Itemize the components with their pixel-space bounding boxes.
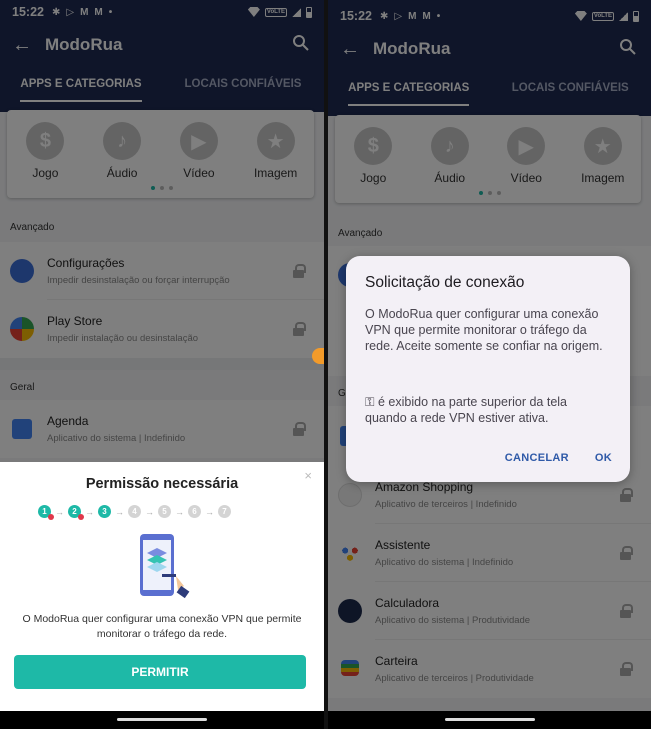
step-indicator: 1 → 2 → 3 → 4 → 5 → 6 → 7 (38, 505, 231, 520)
step-6: 6 (188, 505, 201, 518)
floating-badge[interactable] (312, 348, 324, 364)
cancel-button[interactable]: CANCELAR (505, 452, 569, 464)
left-screen: 15:22 ✱ ▷ M M • VoLTE ← ModoRua APPS E C… (0, 0, 324, 729)
sheet-title: Permissão necessária (85, 476, 239, 492)
home-gesture-pill[interactable] (444, 718, 535, 721)
nav-bar (0, 711, 324, 729)
dialog-vpn-note-text: é exibido na parte superior da tela quan… (365, 395, 568, 425)
dialog-message: O ModoRua quer configurar uma conexão VP… (365, 307, 603, 353)
step-1: 1 (38, 505, 54, 520)
step-5: 5 (158, 505, 171, 518)
nav-bar (328, 711, 651, 729)
step-3: 3 (98, 505, 111, 518)
ok-button[interactable]: OK (595, 452, 612, 464)
dialog-vpn-note: ⚿ é exibido na parte superior da tela qu… (365, 394, 612, 426)
key-icon: ⚿ (365, 395, 375, 409)
permission-bottom-sheet: × Permissão necessária 1 → 2 → 3 → 4 → 5 → 6 →… (0, 462, 324, 729)
step-2: 2 (68, 505, 84, 520)
step-4: 4 (128, 505, 141, 518)
right-screen: 15:22 ✱ ▷ M M • VoLTE ← ModoRua APPS E C… (328, 0, 651, 729)
permit-button[interactable]: PERMITIR (14, 655, 306, 689)
dialog-title: Solicitação de conexão (365, 274, 525, 291)
phone-vpn-illustration-icon (140, 534, 190, 599)
home-gesture-pill[interactable] (117, 718, 207, 721)
sheet-message: O ModoRua quer configurar uma conexão VP… (22, 613, 302, 640)
step-7: 7 (218, 505, 231, 518)
vpn-connection-dialog: Solicitação de conexão O ModoRua quer co… (346, 256, 630, 482)
